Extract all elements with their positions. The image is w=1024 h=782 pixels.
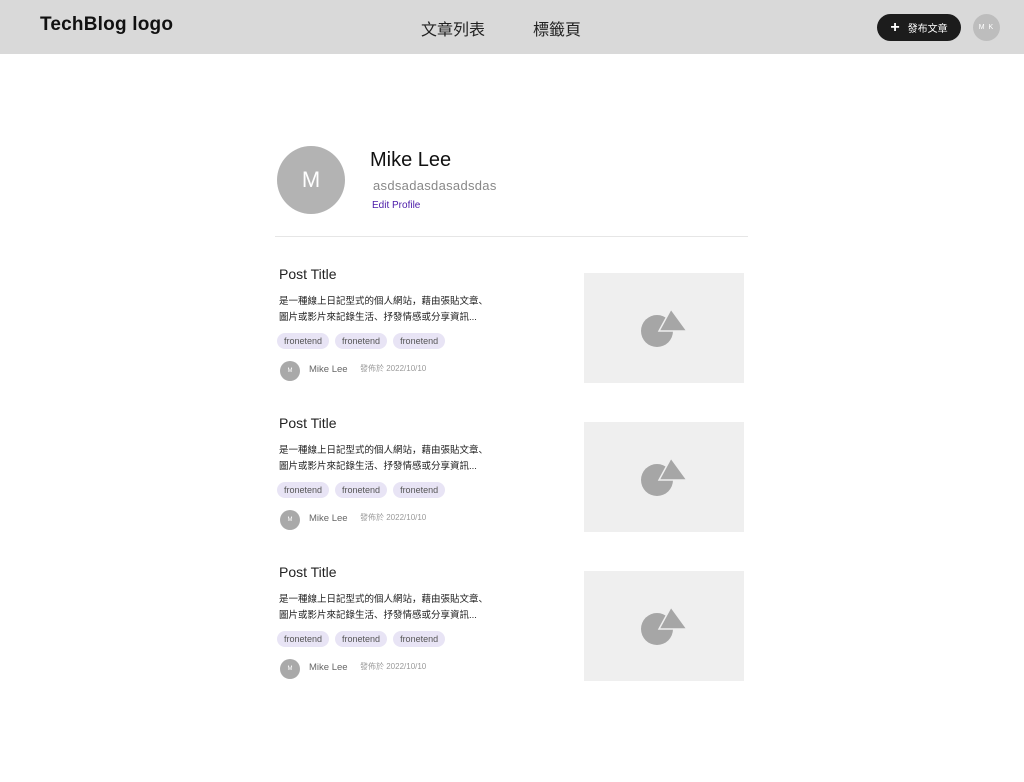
- post-excerpt-line: 圖片或影片來記錄生活、抒發情感或分享資訊...: [279, 610, 477, 621]
- post-card: Post Title 是一種線上日記型式的個人網站，藉由張貼文章、 圖片或影片來…: [275, 266, 748, 406]
- post-tags: fronetend fronetend fronetend: [277, 631, 446, 647]
- post-excerpt: 是一種線上日記型式的個人網站，藉由張貼文章、 圖片或影片來記錄生活、抒發情感或分…: [279, 592, 519, 624]
- post-title[interactable]: Post Title: [279, 415, 337, 431]
- plus-icon: +: [890, 18, 900, 36]
- author-name[interactable]: Mike Lee: [309, 364, 348, 375]
- tag-chip[interactable]: fronetend: [393, 333, 446, 349]
- post-card: Post Title 是一種線上日記型式的個人網站，藉由張貼文章、 圖片或影片來…: [275, 415, 748, 555]
- post-excerpt-line: 圖片或影片來記錄生活、抒發情感或分享資訊...: [279, 461, 477, 472]
- tag-chip[interactable]: fronetend: [277, 482, 330, 498]
- post-tags: fronetend fronetend fronetend: [277, 333, 446, 349]
- tag-chip[interactable]: fronetend: [335, 482, 388, 498]
- user-avatar[interactable]: M K: [973, 14, 1000, 41]
- profile-divider: [275, 236, 748, 237]
- edit-profile-link[interactable]: Edit Profile: [372, 200, 420, 211]
- image-placeholder-icon: [641, 456, 688, 496]
- post-excerpt-line: 圖片或影片來記錄生活、抒發情感或分享資訊...: [279, 312, 477, 323]
- post-excerpt-line: 是一種線上日記型式的個人網站，藉由張貼文章、: [279, 296, 489, 307]
- nav-link-tags[interactable]: 標籤頁: [533, 16, 581, 40]
- post-thumbnail[interactable]: [584, 422, 744, 532]
- profile-bio: asdsadasdasadsdas: [373, 178, 497, 193]
- post-card: Post Title 是一種線上日記型式的個人網站，藉由張貼文章、 圖片或影片來…: [275, 564, 748, 704]
- site-logo[interactable]: TechBlog logo: [40, 14, 173, 36]
- post-date: 發佈於 2022/10/10: [360, 662, 427, 671]
- post-tags: fronetend fronetend fronetend: [277, 482, 446, 498]
- publish-post-label: 發布文章: [907, 24, 948, 35]
- author-name[interactable]: Mike Lee: [309, 662, 348, 673]
- author-name[interactable]: Mike Lee: [309, 513, 348, 524]
- tag-chip[interactable]: fronetend: [277, 631, 330, 647]
- tag-chip[interactable]: fronetend: [335, 631, 388, 647]
- profile-name: Mike Lee: [370, 149, 452, 171]
- post-excerpt-line: 是一種線上日記型式的個人網站，藉由張貼文章、: [279, 445, 489, 456]
- post-thumbnail[interactable]: [584, 571, 744, 681]
- publish-post-button[interactable]: + 發布文章: [877, 14, 961, 41]
- tag-chip[interactable]: fronetend: [335, 333, 388, 349]
- post-excerpt-line: 是一種線上日記型式的個人網站，藉由張貼文章、: [279, 594, 489, 605]
- author-avatar: M: [280, 361, 300, 381]
- post-date: 發佈於 2022/10/10: [360, 364, 427, 373]
- post-date: 發佈於 2022/10/10: [360, 513, 427, 522]
- top-navbar: TechBlog logo 文章列表 標籤頁 + 發布文章 M K: [0, 0, 1024, 54]
- tag-chip[interactable]: fronetend: [393, 482, 446, 498]
- author-avatar: M: [280, 510, 300, 530]
- image-placeholder-icon: [641, 307, 688, 347]
- post-title[interactable]: Post Title: [279, 266, 337, 282]
- post-title[interactable]: Post Title: [279, 564, 337, 580]
- nav-link-articles[interactable]: 文章列表: [421, 16, 485, 40]
- post-excerpt: 是一種線上日記型式的個人網站，藉由張貼文章、 圖片或影片來記錄生活、抒發情感或分…: [279, 294, 519, 326]
- post-excerpt: 是一種線上日記型式的個人網站，藉由張貼文章、 圖片或影片來記錄生活、抒發情感或分…: [279, 443, 519, 475]
- tag-chip[interactable]: fronetend: [393, 631, 446, 647]
- image-placeholder-icon: [641, 605, 688, 645]
- profile-avatar: M: [277, 146, 345, 214]
- tag-chip[interactable]: fronetend: [277, 333, 330, 349]
- author-avatar: M: [280, 659, 300, 679]
- post-thumbnail[interactable]: [584, 273, 744, 383]
